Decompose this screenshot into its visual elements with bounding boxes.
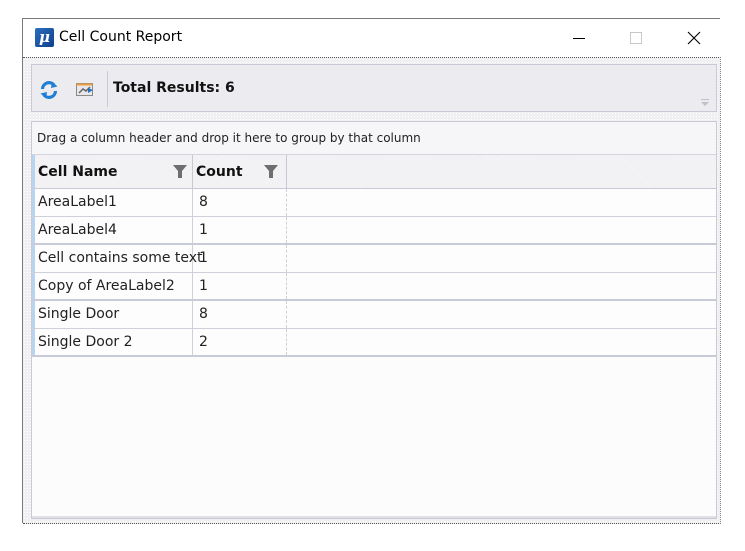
grid-bottom-border bbox=[32, 516, 716, 518]
table-row[interactable]: AreaLabel1 8 bbox=[32, 189, 716, 217]
client-area: Total Results: 6 Drag a column header an… bbox=[23, 57, 721, 524]
total-results-label: Total Results: 6 bbox=[113, 80, 235, 96]
export-button[interactable] bbox=[74, 79, 96, 101]
minimize-icon bbox=[573, 37, 585, 39]
column-header-count[interactable]: Count bbox=[193, 155, 287, 188]
count-value: 2 bbox=[193, 329, 287, 355]
results-grid: Drag a column header and drop it here to… bbox=[31, 121, 717, 519]
column-header-cell-name[interactable]: Cell Name bbox=[32, 155, 193, 188]
grid-header-row: Cell Name Count bbox=[32, 155, 716, 189]
filter-icon[interactable] bbox=[173, 165, 187, 178]
maximize-icon bbox=[630, 32, 642, 44]
table-row[interactable]: Single Door 8 bbox=[32, 301, 716, 329]
group-by-panel[interactable]: Drag a column header and drop it here to… bbox=[32, 122, 716, 155]
table-row[interactable]: Single Door 2 2 bbox=[32, 329, 716, 357]
toolbar-separator bbox=[107, 71, 108, 107]
table-row[interactable]: Copy of AreaLabel2 1 bbox=[32, 273, 716, 301]
close-button[interactable] bbox=[671, 19, 717, 57]
app-icon: μ bbox=[35, 28, 54, 47]
group-by-hint: Drag a column header and drop it here to… bbox=[37, 131, 421, 145]
cell-name-value: Single Door bbox=[32, 301, 193, 328]
cell-count-report-window: μ Cell Count Report Total Results: 6 Dra… bbox=[22, 18, 721, 524]
toolbar: Total Results: 6 bbox=[31, 64, 717, 112]
window-title: Cell Count Report bbox=[59, 29, 183, 45]
table-row[interactable]: AreaLabel4 1 bbox=[32, 217, 716, 245]
close-icon bbox=[687, 31, 701, 45]
filter-icon[interactable] bbox=[264, 165, 278, 178]
cell-name-value: Cell contains some text bbox=[32, 245, 203, 272]
count-value: 8 bbox=[193, 189, 287, 216]
count-value: 1 bbox=[193, 273, 287, 299]
cell-name-value: Single Door 2 bbox=[32, 329, 193, 355]
grid-rows: AreaLabel1 8 AreaLabel4 1 Cell contains … bbox=[32, 189, 716, 357]
minimize-button[interactable] bbox=[556, 19, 602, 57]
title-bar[interactable]: μ Cell Count Report bbox=[23, 19, 720, 57]
column-header-label: Count bbox=[196, 164, 243, 180]
maximize-button[interactable] bbox=[613, 19, 659, 57]
cell-name-value: AreaLabel1 bbox=[32, 189, 193, 216]
cell-name-value: Copy of AreaLabel2 bbox=[32, 273, 193, 299]
export-chart-icon bbox=[76, 83, 93, 96]
table-row[interactable]: Cell contains some text 1 bbox=[32, 245, 716, 273]
refresh-icon bbox=[40, 81, 58, 99]
refresh-button[interactable] bbox=[38, 79, 60, 101]
cell-name-value: AreaLabel4 bbox=[32, 217, 193, 243]
count-value: 1 bbox=[193, 217, 287, 243]
column-header-label: Cell Name bbox=[38, 164, 118, 180]
count-value: 1 bbox=[193, 245, 287, 272]
toolbar-overflow-icon[interactable] bbox=[700, 99, 710, 107]
count-value: 8 bbox=[193, 301, 287, 328]
